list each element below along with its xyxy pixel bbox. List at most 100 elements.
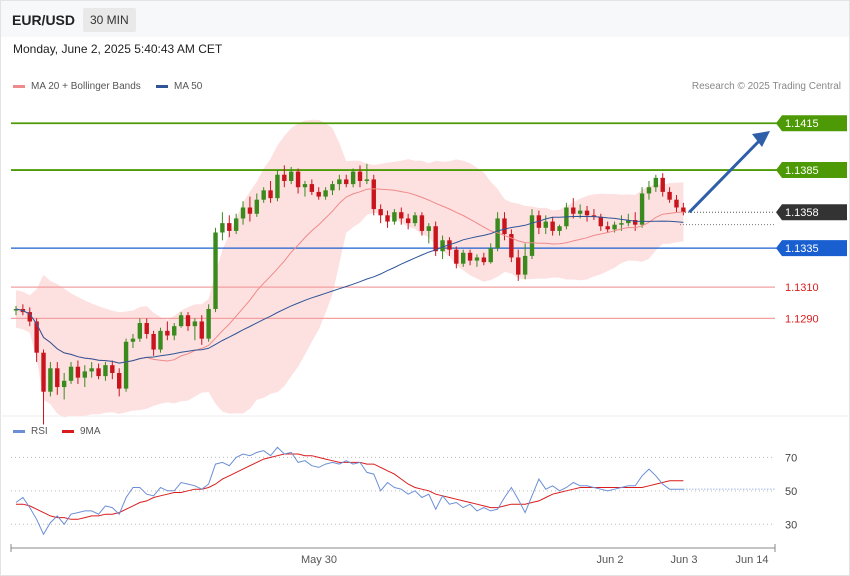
candle-body-52 — [371, 179, 376, 210]
candle-body-47 — [337, 179, 342, 185]
candle-body-33 — [240, 207, 246, 219]
rsi-tick-label-0: 70 — [785, 452, 797, 464]
candle-body-5 — [48, 368, 53, 392]
candle-body-18 — [137, 323, 143, 339]
time-tick-label-2: Jun 3 — [671, 554, 698, 566]
time-tick-label-3: Jun 14 — [735, 554, 768, 566]
bollinger-band-area — [16, 119, 684, 418]
candle-body-74 — [522, 255, 528, 275]
candle-body-32 — [233, 218, 239, 231]
candle-body-28 — [206, 308, 211, 339]
candle-body-9 — [75, 366, 81, 378]
candle-body-4 — [41, 352, 46, 392]
candle-body-64 — [454, 249, 459, 264]
candle-body-85 — [598, 216, 603, 227]
candle-body-97 — [681, 207, 686, 213]
candle-body-44 — [316, 191, 321, 197]
candle-body-11 — [89, 368, 94, 372]
candle-body-79 — [557, 226, 562, 231]
candle-body-96 — [674, 199, 679, 208]
candle-body-34 — [247, 207, 253, 214]
candle-body-29 — [213, 232, 218, 309]
candle-body-16 — [123, 341, 129, 389]
candle-body-66 — [467, 252, 473, 261]
candle-body-77 — [543, 221, 548, 228]
candle-body-41 — [295, 171, 301, 188]
candle-body-86 — [605, 226, 610, 230]
arrow-shaft — [688, 136, 764, 214]
rsi-tick-label-2: 30 — [785, 519, 797, 531]
candle-body-40 — [289, 171, 294, 181]
candle-body-55 — [392, 212, 397, 222]
candle-body-92 — [646, 187, 652, 194]
candle-body-25 — [185, 315, 191, 327]
candle-body-31 — [227, 223, 232, 231]
candle-body-60 — [426, 226, 431, 231]
candle-body-43 — [309, 184, 315, 192]
target-arrow — [688, 131, 770, 214]
candle-body-22 — [165, 330, 170, 336]
candle-body-8 — [68, 366, 74, 381]
candle-body-48 — [344, 179, 349, 185]
candle-body-69 — [488, 248, 493, 263]
candle-body-35 — [254, 199, 259, 214]
candle-body-61 — [433, 226, 438, 252]
candle-body-7 — [61, 380, 67, 388]
time-tick-label-0: May 30 — [301, 554, 337, 566]
level-label-5: 1.1290 — [785, 313, 819, 325]
candle-body-93 — [653, 177, 659, 188]
candle-body-54 — [385, 215, 390, 222]
level-label-2: 1.1358 — [785, 207, 819, 219]
candle-body-21 — [158, 330, 163, 350]
rsi-panel: 70 50 30 — [11, 446, 797, 536]
rsi-tick-label-1: 50 — [785, 486, 797, 498]
candle-body-10 — [82, 371, 87, 378]
candle-body-45 — [323, 190, 328, 197]
candle-body-30 — [220, 223, 225, 233]
candle-body-88 — [619, 223, 624, 225]
time-tick-label-1: Jun 2 — [597, 554, 624, 566]
candle-body-94 — [660, 177, 665, 192]
rsi-ma-line — [16, 453, 684, 520]
candle-body-87 — [612, 224, 617, 230]
candle-body-19 — [144, 323, 149, 334]
candle-body-50 — [357, 171, 363, 181]
candle-body-56 — [399, 212, 404, 219]
candle-body-46 — [330, 184, 335, 191]
candle-body-78 — [550, 221, 555, 231]
candle-body-91 — [639, 193, 645, 225]
candle-body-42 — [302, 184, 308, 188]
candle-body-38 — [275, 174, 280, 199]
candle-body-65 — [461, 252, 466, 264]
candle-body-17 — [130, 338, 136, 342]
candle-body-36 — [261, 190, 266, 200]
candle-body-95 — [667, 191, 672, 200]
candle-body-23 — [172, 326, 177, 336]
candle-body-27 — [199, 321, 204, 339]
candle-body-82 — [577, 210, 583, 214]
price-chart: 1.1415 1.1385 1.1358 1.1335 1.1310 1.1290 70 5… — [0, 115, 850, 566]
candle-body-51 — [364, 179, 370, 181]
candle-body-68 — [481, 257, 487, 263]
candle-body-81 — [571, 207, 576, 214]
candle-body-59 — [419, 215, 425, 231]
candle-body-15 — [117, 372, 122, 389]
candle-body-67 — [474, 257, 480, 261]
level-label-4: 1.1310 — [785, 282, 819, 294]
candle-body-62 — [440, 240, 445, 252]
candle-body-6 — [55, 368, 60, 388]
candle-body-75 — [529, 215, 535, 256]
candle-body-26 — [192, 321, 198, 327]
candle-body-71 — [502, 218, 507, 235]
level-label-3: 1.1335 — [785, 243, 819, 255]
candle-body-14 — [110, 365, 115, 373]
candle-body-53 — [378, 209, 383, 216]
candle-body-12 — [96, 368, 101, 377]
candle-body-58 — [412, 215, 418, 224]
candle-body-20 — [151, 333, 156, 350]
level-label-1: 1.1385 — [785, 165, 819, 177]
bollinger-bands — [16, 119, 684, 418]
candle-body-13 — [103, 365, 108, 377]
candle-body-73 — [516, 257, 521, 275]
candle-body-39 — [282, 174, 287, 181]
